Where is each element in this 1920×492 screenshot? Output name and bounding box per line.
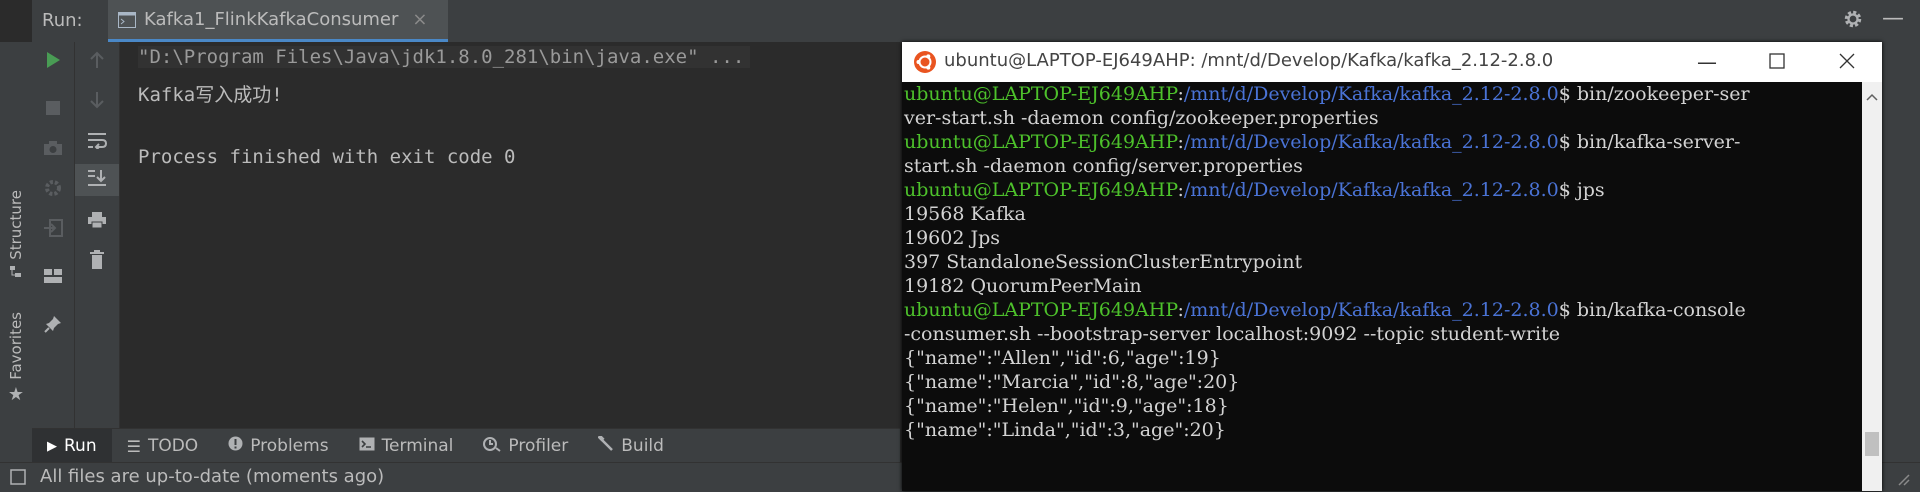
run-toolbar-primary (32, 42, 75, 428)
print-button[interactable] (75, 206, 119, 238)
structure-icon (9, 264, 23, 283)
info-icon (228, 436, 243, 456)
terminal-line: 397 StandaloneSessionClusterEntrypoint (904, 251, 1303, 273)
console-command-line: "D:\Program Files\Java\jdk1.8.0_281\bin\… (138, 46, 751, 68)
terminal-title-bar[interactable]: ubuntu@LAPTOP-EJ649AHP: /mnt/d/Develop/K… (902, 42, 1882, 82)
run-tab-title: Kafka1_FlinkKafkaConsumer (144, 9, 399, 30)
layout-icon (43, 268, 63, 288)
structure-tool-tab[interactable]: Structure (0, 190, 32, 283)
minimize-icon: — (1697, 50, 1717, 74)
chevron-up-icon[interactable] (1866, 86, 1878, 105)
run-console[interactable]: "D:\Program Files\Java\jdk1.8.0_281\bin\… (120, 42, 900, 428)
profiler-icon (483, 436, 502, 457)
play-icon: ▶ (47, 438, 57, 454)
tab-run-label: Run (64, 436, 97, 456)
terminal-line: start.sh -daemon config/server.propertie… (904, 155, 1303, 177)
login-icon (43, 219, 63, 241)
gear-icon (43, 178, 63, 202)
pin-icon (44, 315, 62, 337)
maximize-window-button[interactable] (1742, 42, 1812, 82)
terminal-prompt-line: ubuntu@LAPTOP-EJ649AHP:/mnt/d/Develop/Ka… (904, 299, 1746, 321)
tab-run[interactable]: ▶ Run (32, 429, 112, 463)
scrollbar-thumb[interactable] (1865, 432, 1879, 456)
close-icon (1839, 50, 1855, 74)
ubuntu-terminal-window[interactable]: ubuntu@LAPTOP-EJ649AHP: /mnt/d/Develop/K… (902, 42, 1882, 491)
bottom-tool-tabs: ▶ Run ☰ TODO Problems Terminal Profiler … (32, 428, 900, 463)
close-tab-icon[interactable]: × (412, 9, 427, 30)
up-button[interactable] (75, 46, 119, 78)
terminal-line: 19568 Kafka (904, 203, 1026, 225)
restore-layout-button[interactable] (32, 214, 74, 246)
tab-todo[interactable]: ☰ TODO (112, 429, 214, 463)
structure-label: Structure (7, 190, 25, 260)
camera-icon (43, 140, 63, 160)
wrap-icon (87, 131, 108, 153)
list-icon: ☰ (126, 436, 141, 456)
terminal-prompt-line: ubuntu@LAPTOP-EJ649AHP:/mnt/d/Develop/Ka… (904, 83, 1750, 105)
scroll-end-icon (87, 168, 107, 192)
right-tool-strip (1882, 42, 1920, 462)
star-icon: ★ (7, 383, 25, 405)
pin-tab-button[interactable] (32, 310, 74, 342)
tab-build[interactable]: Build (583, 429, 679, 463)
run-config-tab[interactable]: Kafka1_FlinkKafkaConsumer × (108, 0, 448, 42)
stop-button[interactable] (32, 94, 74, 126)
tab-terminal-label: Terminal (381, 436, 454, 456)
tab-terminal[interactable]: Terminal (344, 429, 469, 463)
settings-button[interactable] (32, 174, 74, 206)
stop-icon (45, 100, 61, 120)
clear-all-button[interactable] (75, 246, 119, 278)
resize-grip-icon (1896, 471, 1910, 490)
down-button[interactable] (75, 86, 119, 118)
tab-problems-label: Problems (250, 436, 329, 456)
status-panel-icon[interactable] (10, 469, 26, 489)
terminal-record-line: {"name":"Helen","id":9,"age":18} (904, 395, 1229, 417)
tab-problems[interactable]: Problems (213, 429, 343, 463)
trash-icon (89, 250, 105, 274)
play-icon (45, 51, 61, 73)
favorites-tool-tab[interactable]: Favorites ★ (0, 312, 32, 405)
terminal-record-line: {"name":"Marcia","id":8,"age":20} (904, 371, 1240, 393)
terminal-output[interactable]: ubuntu@LAPTOP-EJ649AHP:/mnt/d/Develop/Ka… (902, 82, 1862, 491)
dump-threads-button[interactable] (32, 134, 74, 166)
terminal-title: ubuntu@LAPTOP-EJ649AHP: /mnt/d/Develop/K… (944, 50, 1554, 71)
left-tool-strip: Structure Favorites ★ (0, 42, 33, 470)
console-exit-line: Process finished with exit code 0 (138, 146, 516, 168)
rerun-button[interactable] (32, 46, 74, 78)
terminal-record-line: {"name":"Linda","id":3,"age":20} (904, 419, 1226, 441)
printer-icon (87, 211, 107, 233)
arrow-down-icon (89, 91, 105, 113)
terminal-line: 19182 QuorumPeerMain (904, 275, 1142, 297)
terminal-prompt-line: ubuntu@LAPTOP-EJ649AHP:/mnt/d/Develop/Ka… (904, 179, 1605, 201)
close-window-button[interactable] (1812, 42, 1882, 82)
run-label: Run: (42, 10, 83, 31)
tab-todo-label: TODO (147, 436, 199, 456)
minimize-window-button[interactable]: — (1672, 42, 1742, 82)
minimize-icon[interactable]: — (1882, 6, 1904, 31)
console-tab-icon (118, 11, 136, 28)
soft-wrap-button[interactable] (75, 126, 119, 158)
status-message: All files are up-to-date (moments ago) (40, 466, 385, 487)
arrow-up-icon (89, 51, 105, 73)
layout-button[interactable] (32, 262, 74, 294)
tab-profiler-label: Profiler (508, 436, 569, 456)
maximize-icon (1769, 50, 1785, 74)
ubuntu-logo-icon (914, 51, 936, 77)
tab-profiler[interactable]: Profiler (468, 429, 583, 463)
tab-build-label: Build (621, 436, 664, 456)
gear-icon[interactable] (1842, 8, 1864, 34)
console-output-line: Kafka写入成功! (138, 84, 283, 106)
terminal-prompt-line: ubuntu@LAPTOP-EJ649AHP:/mnt/d/Develop/Ka… (904, 131, 1741, 153)
hammer-icon (597, 433, 614, 457)
terminal-line: -consumer.sh --bootstrap-server localhos… (904, 323, 1560, 345)
run-toolbar-secondary (75, 42, 120, 428)
terminal-line: 19602 Jps (904, 227, 1001, 249)
terminal-record-line: {"name":"Allen","id":6,"age":19} (904, 347, 1221, 369)
terminal-line: ver-start.sh -daemon config/zookeeper.pr… (904, 107, 1379, 129)
scroll-to-end-button[interactable] (75, 164, 119, 196)
run-tool-header: Run: Kafka1_FlinkKafkaConsumer × — (32, 0, 1920, 43)
terminal-scrollbar[interactable] (1862, 82, 1882, 491)
favorites-label: Favorites (7, 312, 25, 380)
terminal-icon (359, 436, 375, 456)
